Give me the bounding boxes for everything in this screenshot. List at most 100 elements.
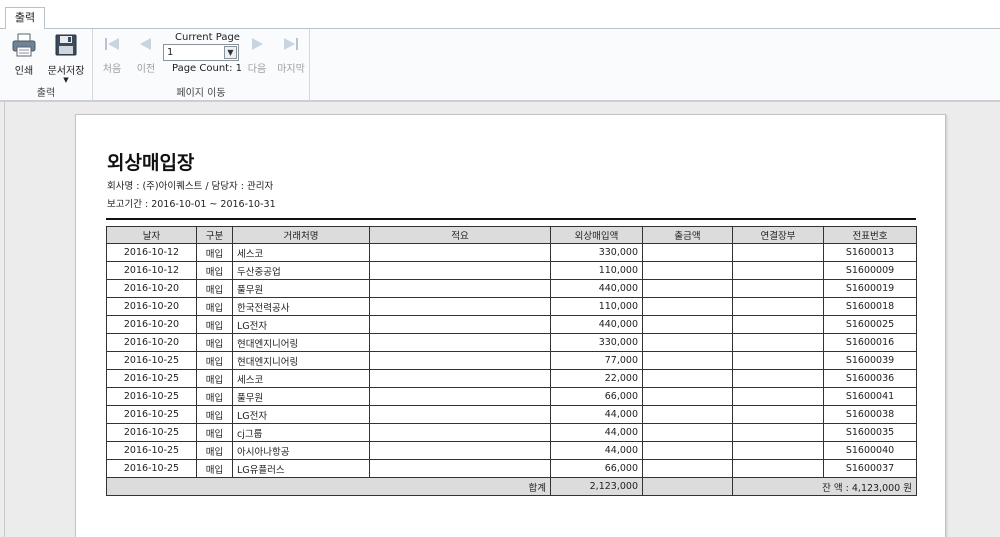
- type-cell: 매입: [196, 351, 233, 370]
- column-header: 전표번호: [823, 226, 917, 244]
- column-header: 외상매입액: [550, 226, 643, 244]
- report-page: 외상매입장 회사명 : (주)아이퀘스트 / 담당자 : 관리자 보고기간 : …: [75, 114, 946, 537]
- memo-cell: [369, 441, 551, 460]
- report-title: 외상매입장: [107, 152, 195, 174]
- table-row: 2016-10-25 매입 LG전자 44,000 S1600038: [106, 405, 917, 424]
- amount-cell: 66,000: [550, 387, 643, 406]
- table-row: 2016-10-12 매입 세스코 330,000 S1600013: [106, 243, 917, 262]
- amount-cell: 44,000: [550, 423, 643, 442]
- partner-cell: 현대엔지니어링: [232, 333, 370, 352]
- previous-page-icon: [140, 38, 151, 50]
- slip-number-cell: S1600036: [823, 369, 917, 388]
- page-navigation-group-label: 페이지 이동: [176, 88, 226, 99]
- table-row: 2016-10-25 매입 LG유플러스 66,000 S1600037: [106, 459, 917, 478]
- type-cell: 매입: [196, 441, 233, 460]
- date-cell: 2016-10-25: [106, 423, 197, 442]
- partner-cell: 아시아나항공: [232, 441, 370, 460]
- next-page-label: 다음: [247, 64, 267, 75]
- withdrawal-cell: [642, 279, 733, 298]
- partner-cell: 세스코: [232, 243, 370, 262]
- slip-number-cell: S1600038: [823, 405, 917, 424]
- chevron-down-icon[interactable]: ▼: [224, 46, 237, 59]
- type-cell: 매입: [196, 261, 233, 280]
- date-cell: 2016-10-20: [106, 315, 197, 334]
- type-cell: 매입: [196, 369, 233, 388]
- slip-number-cell: S1600040: [823, 441, 917, 460]
- last-page-label: 마지막: [277, 64, 305, 75]
- last-page-button[interactable]: 마지막: [275, 33, 307, 75]
- total-empty-cell: [642, 477, 733, 496]
- date-cell: 2016-10-20: [106, 297, 197, 316]
- next-page-button[interactable]: 다음: [244, 33, 270, 75]
- slip-number-cell: S1600037: [823, 459, 917, 478]
- printer-icon: [12, 33, 36, 57]
- column-header: 거래처명: [232, 226, 370, 244]
- date-cell: 2016-10-20: [106, 333, 197, 352]
- first-page-button[interactable]: 처음: [99, 33, 125, 75]
- slip-number-cell: S1600025: [823, 315, 917, 334]
- table-row: 2016-10-25 매입 현대엔지니어링 77,000 S1600039: [106, 351, 917, 370]
- withdrawal-cell: [642, 315, 733, 334]
- page-count: Page Count: 1: [172, 63, 242, 74]
- ledger-cell: [732, 333, 824, 352]
- ledger-cell: [732, 369, 824, 388]
- save-document-button[interactable]: 문서저장 ▼: [44, 33, 88, 84]
- slip-number-cell: S1600018: [823, 297, 917, 316]
- partner-cell: 한국전력공사: [232, 297, 370, 316]
- withdrawal-cell: [642, 297, 733, 316]
- ledger-table: 날자 구분 거래처명 적요 외상매입액 출금액 연결장부 전표번호 2016-1…: [106, 226, 917, 496]
- report-viewer[interactable]: 외상매입장 회사명 : (주)아이퀘스트 / 담당자 : 관리자 보고기간 : …: [0, 101, 1000, 537]
- partner-cell: LG전자: [232, 405, 370, 424]
- table-header-row: 날자 구분 거래처명 적요 외상매입액 출금액 연결장부 전표번호: [106, 226, 917, 244]
- table-row: 2016-10-25 매입 풀무원 66,000 S1600041: [106, 387, 917, 406]
- withdrawal-cell: [642, 387, 733, 406]
- floppy-disk-icon: [55, 34, 77, 56]
- ribbon: 인쇄 문서저장 ▼ 출력 처음 이전 Current Page 1 ▼ Page…: [0, 29, 1000, 101]
- memo-cell: [369, 423, 551, 442]
- slip-number-cell: S1600041: [823, 387, 917, 406]
- previous-page-label: 이전: [136, 64, 156, 75]
- table-row: 2016-10-25 매입 아시아나항공 44,000 S1600040: [106, 441, 917, 460]
- amount-cell: 44,000: [550, 405, 643, 424]
- column-header: 날자: [106, 226, 197, 244]
- memo-cell: [369, 333, 551, 352]
- slip-number-cell: S1600035: [823, 423, 917, 442]
- date-cell: 2016-10-25: [106, 369, 197, 388]
- tab-output[interactable]: 출력: [5, 7, 45, 30]
- date-cell: 2016-10-25: [106, 459, 197, 478]
- print-label: 인쇄: [14, 66, 34, 77]
- date-cell: 2016-10-25: [106, 441, 197, 460]
- type-cell: 매입: [196, 243, 233, 262]
- memo-cell: [369, 297, 551, 316]
- memo-cell: [369, 261, 551, 280]
- date-cell: 2016-10-12: [106, 243, 197, 262]
- slip-number-cell: S1600013: [823, 243, 917, 262]
- type-cell: 매입: [196, 405, 233, 424]
- title-rule: [106, 218, 916, 220]
- total-amount: 2,123,000: [550, 477, 643, 496]
- current-page-value: 1: [167, 47, 174, 58]
- print-button[interactable]: 인쇄: [8, 33, 40, 77]
- dropdown-arrow-icon[interactable]: ▼: [44, 77, 88, 84]
- table-row: 2016-10-20 매입 한국전력공사 110,000 S1600018: [106, 297, 917, 316]
- ledger-cell: [732, 459, 824, 478]
- partner-cell: LG유플러스: [232, 459, 370, 478]
- last-page-icon: [284, 38, 298, 50]
- previous-page-button[interactable]: 이전: [133, 33, 159, 75]
- type-cell: 매입: [196, 423, 233, 442]
- column-header: 출금액: [642, 226, 733, 244]
- memo-cell: [369, 405, 551, 424]
- current-page-select[interactable]: 1 ▼: [163, 44, 239, 61]
- withdrawal-cell: [642, 351, 733, 370]
- memo-cell: [369, 279, 551, 298]
- memo-cell: [369, 351, 551, 370]
- amount-cell: 110,000: [550, 297, 643, 316]
- column-header: 적요: [369, 226, 551, 244]
- ledger-cell: [732, 405, 824, 424]
- withdrawal-cell: [642, 423, 733, 442]
- slip-number-cell: S1600016: [823, 333, 917, 352]
- amount-cell: 440,000: [550, 315, 643, 334]
- output-group: 인쇄 문서저장 ▼ 출력: [0, 29, 93, 101]
- table-row: 2016-10-25 매입 세스코 22,000 S1600036: [106, 369, 917, 388]
- slip-number-cell: S1600009: [823, 261, 917, 280]
